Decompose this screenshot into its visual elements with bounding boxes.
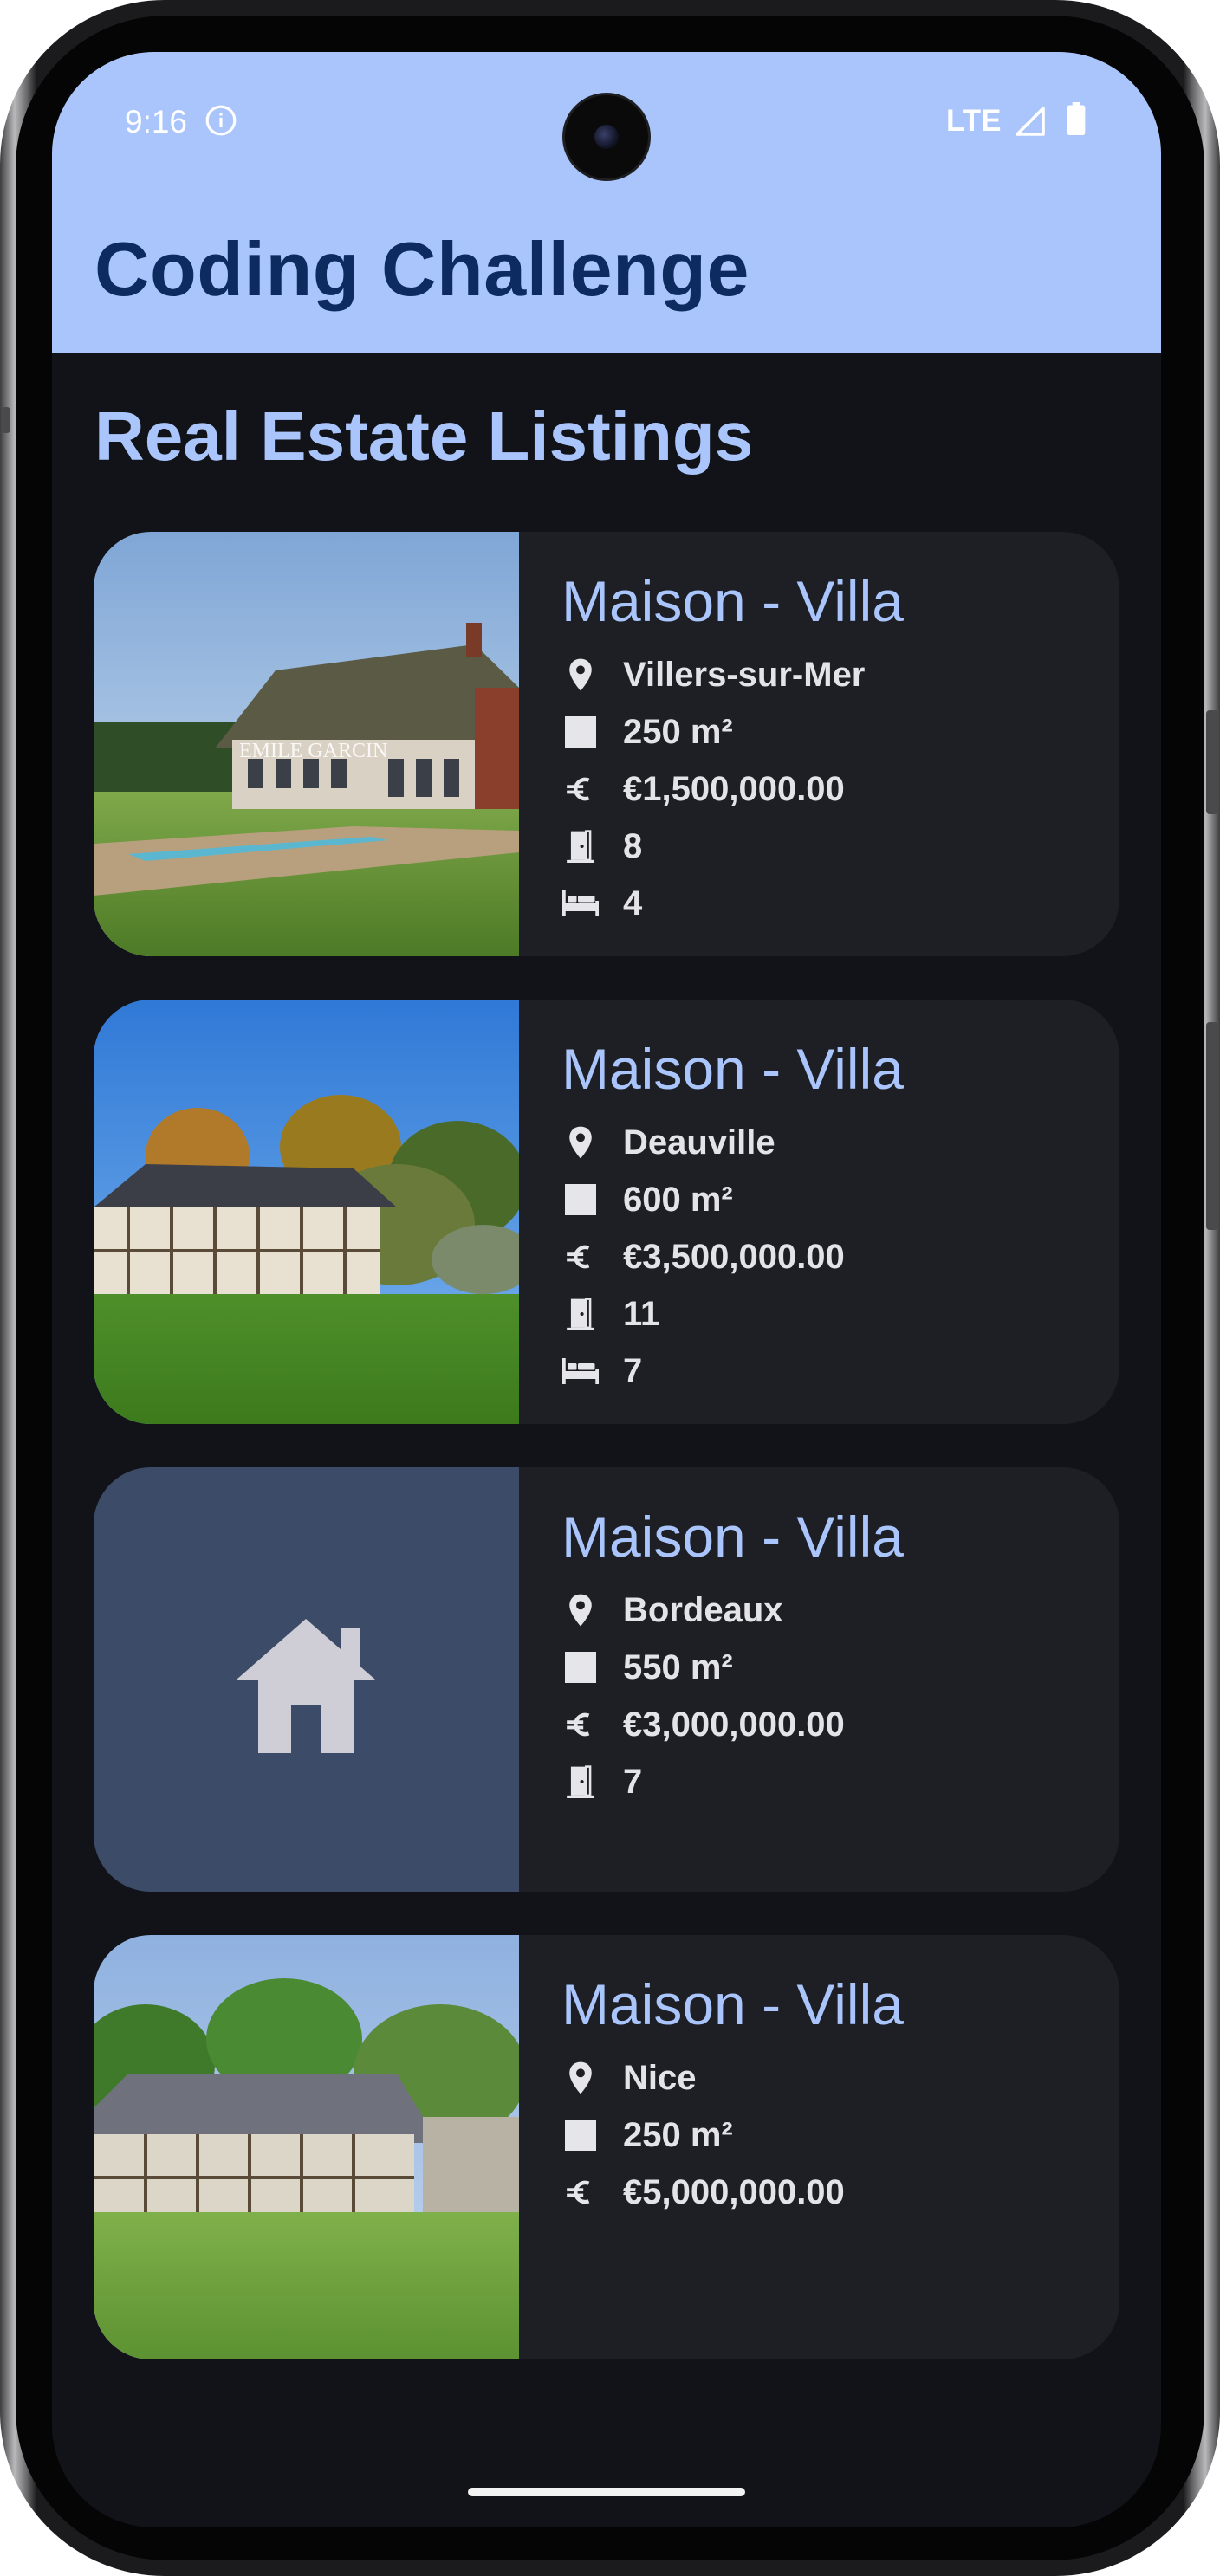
listing-price: €1,500,000.00 <box>623 769 845 808</box>
listing-photo-art <box>94 1935 519 2359</box>
listing-card[interactable]: Maison - Villa Deauville 600 m² €3,500,0… <box>94 1000 1119 1424</box>
signal-icon <box>1016 107 1045 136</box>
power-button <box>1206 1022 1218 1230</box>
city-row: Bordeaux <box>561 1582 1102 1639</box>
city-row: Deauville <box>561 1114 1102 1171</box>
bedrooms-row: 4 <box>561 875 1102 932</box>
listing-title: Maison - Villa <box>561 1505 904 1569</box>
listing-title: Maison - Villa <box>561 569 904 633</box>
listing-rooms: 7 <box>623 1762 643 1801</box>
info-icon <box>205 105 237 136</box>
listing-card[interactable]: Maison - Villa Nice 250 m² €5,000,000.00 <box>94 1935 1119 2359</box>
listing-price: €3,000,000.00 <box>623 1705 845 1744</box>
price-row: €3,500,000.00 <box>561 1228 1102 1285</box>
bed-icon <box>561 884 600 922</box>
listing-city: Deauville <box>623 1123 775 1162</box>
section-title: Real Estate Listings <box>94 398 754 475</box>
listing-area: 550 m² <box>623 1647 733 1686</box>
volume-button <box>1206 710 1218 814</box>
listing-photo <box>94 1000 519 1424</box>
listing-title: Maison - Villa <box>561 1972 904 2036</box>
listing-card[interactable]: Maison - Villa Bordeaux 550 m² €3,000,00… <box>94 1467 1119 1892</box>
area-row: 250 m² <box>561 703 1102 761</box>
area-row: 550 m² <box>561 1639 1102 1696</box>
price-row: €5,000,000.00 <box>561 2164 1102 2221</box>
listing-photo-art: EMILE GARCIN <box>94 532 519 956</box>
listing-area: 250 m² <box>623 2115 733 2154</box>
euro-icon <box>561 2173 600 2211</box>
listing-title: Maison - Villa <box>561 1037 904 1101</box>
price-row: €3,000,000.00 <box>561 1696 1102 1753</box>
listing-card[interactable]: EMILE GARCIN Maison - Villa Villers-sur-… <box>94 532 1119 956</box>
listing-details: Maison - Villa Bordeaux 550 m² €3,000,00… <box>561 1502 1102 1810</box>
city-row: Nice <box>561 2049 1102 2107</box>
euro-icon <box>561 1705 600 1744</box>
rooms-row: 7 <box>561 1753 1102 1810</box>
listing-city: Nice <box>623 2058 697 2097</box>
price-row: €1,500,000.00 <box>561 761 1102 818</box>
home-indicator[interactable] <box>468 2488 745 2496</box>
bedrooms-row: 7 <box>561 1343 1102 1400</box>
listing-photo-placeholder <box>94 1467 519 1892</box>
listing-city: Villers-sur-Mer <box>623 655 866 694</box>
listing-details: Maison - Villa Villers-sur-Mer 250 m² €1… <box>561 566 1102 932</box>
app-title: Coding Challenge <box>94 226 750 312</box>
network-type: LTE <box>946 104 1002 138</box>
rooms-row: 11 <box>561 1285 1102 1343</box>
door-icon <box>561 1763 600 1801</box>
listing-bedrooms: 4 <box>623 883 643 922</box>
listing-area: 600 m² <box>623 1180 733 1219</box>
city-row: Villers-sur-Mer <box>561 646 1102 703</box>
listing-details: Maison - Villa Nice 250 m² €5,000,000.00 <box>561 1970 1102 2221</box>
listing-photo-art <box>94 1000 519 1424</box>
listing-details: Maison - Villa Deauville 600 m² €3,500,0… <box>561 1034 1102 1400</box>
listing-rooms: 11 <box>623 1294 660 1333</box>
listing-photo <box>94 1935 519 2359</box>
phone-frame: 9:16 LTE Coding Challenge Real Estate Li… <box>0 0 1220 2576</box>
location-pin-icon <box>561 1123 600 1162</box>
listing-rooms: 8 <box>623 826 643 865</box>
photo-watermark: EMILE GARCIN <box>239 740 387 762</box>
area-square-icon <box>561 713 600 751</box>
euro-icon <box>561 770 600 808</box>
area-square-icon <box>561 1648 600 1686</box>
area-row: 600 m² <box>561 1171 1102 1228</box>
area-square-icon <box>561 2116 600 2154</box>
listing-city: Bordeaux <box>623 1590 783 1629</box>
euro-icon <box>561 1238 600 1276</box>
area-square-icon <box>561 1181 600 1219</box>
area-row: 250 m² <box>561 2107 1102 2164</box>
listing-photo: EMILE GARCIN <box>94 532 519 956</box>
location-pin-icon <box>561 1591 600 1629</box>
listing-price: €5,000,000.00 <box>623 2172 845 2211</box>
rooms-row: 8 <box>561 818 1102 875</box>
app-screen: 9:16 LTE Coding Challenge Real Estate Li… <box>52 52 1161 2527</box>
door-icon <box>561 827 600 865</box>
listing-area: 250 m² <box>623 712 733 751</box>
left-button <box>2 407 10 433</box>
top-app-bar: 9:16 LTE Coding Challenge <box>52 52 1161 353</box>
listing-price: €3,500,000.00 <box>623 1237 845 1276</box>
front-camera <box>565 95 648 178</box>
house-placeholder-icon <box>237 1619 375 1753</box>
listing-bedrooms: 7 <box>623 1351 643 1390</box>
bed-icon <box>561 1352 600 1390</box>
door-icon <box>561 1295 600 1333</box>
location-pin-icon <box>561 2059 600 2097</box>
battery-icon <box>1067 102 1086 135</box>
location-pin-icon <box>561 656 600 694</box>
status-time: 9:16 <box>125 104 188 139</box>
